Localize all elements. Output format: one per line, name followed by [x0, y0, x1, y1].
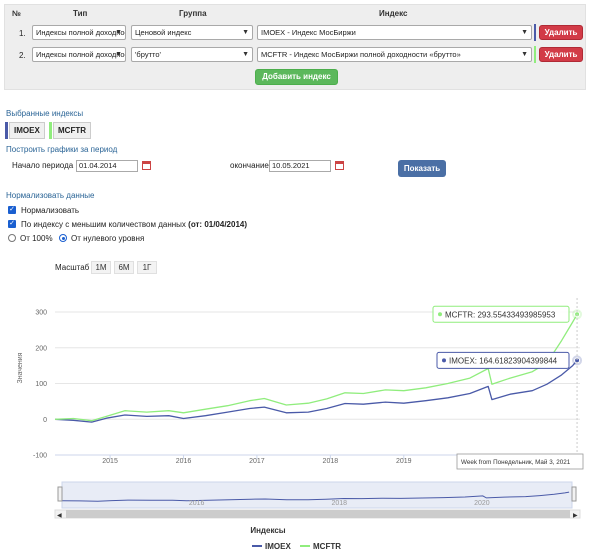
y-axis: 300 200 100 0 -100: [33, 310, 47, 460]
start-label: Начало периода: [12, 161, 74, 170]
navigator-tick-label: 2018: [331, 500, 347, 507]
type-select-value: Индексы полной доходности: [36, 28, 126, 37]
period-title: Построить графики за период: [6, 145, 118, 154]
chevron-down-icon: ▼: [242, 51, 249, 58]
by-index-label: По индексу с меньшим количеством данных …: [21, 220, 248, 229]
end-date-input[interactable]: 10.05.2021: [269, 160, 331, 172]
chevron-down-icon: ▼: [242, 29, 249, 36]
index-select[interactable]: IMOEX - Индекс МосБиржи ▼: [257, 25, 532, 40]
delete-button[interactable]: Удалить: [539, 47, 583, 62]
from-zero-label: От нулевого уровня: [71, 234, 145, 243]
by-index-note: (от: 01/04/2014): [188, 220, 248, 229]
end-label: окончание: [230, 161, 269, 170]
group-select-value: 'брутто': [135, 50, 161, 59]
navigator-selection: [61, 481, 573, 509]
legend-title: Индексы: [250, 526, 285, 535]
row-number: 2.: [19, 51, 26, 60]
scroll-right-icon: ▶: [573, 513, 578, 519]
from-100-label: От 100%: [20, 234, 53, 243]
chevron-down-icon: ▼: [521, 51, 528, 58]
y-tick-label: -100: [33, 453, 47, 460]
date-tooltip-text: Week from Понедельник, Май 3, 2021: [461, 458, 571, 466]
chevron-down-icon: ▼: [521, 29, 528, 36]
series-line-imoex: [54, 359, 578, 423]
zoom-1m-button[interactable]: 1М: [91, 261, 111, 274]
x-tick-label: 2015: [102, 458, 118, 465]
selected-indices-title: Выбранные индексы: [6, 109, 84, 118]
index-chart[interactable]: 3002001000-100 201520162017201820192020 …: [0, 280, 590, 554]
by-index-checkbox[interactable]: ✓: [8, 220, 16, 228]
from-zero-radio[interactable]: [59, 234, 67, 242]
x-tick-label: 2017: [249, 458, 265, 465]
group-select[interactable]: Ценовой индекс ▼: [131, 25, 253, 40]
x-tick-label: 2016: [176, 458, 192, 465]
legend-item-mcftr: MCFTR: [313, 542, 341, 551]
tooltip-marker: [442, 358, 446, 363]
chart-tooltips: MCFTR: 293.55433493985953 IMOEX: 164.6182…: [432, 305, 584, 470]
delete-button[interactable]: Удалить: [539, 25, 583, 40]
index-select-value: MCFTR - Индекс МосБиржи полной доходност…: [261, 50, 461, 59]
tooltip-text: MCFTR: 293.55433493985953: [445, 310, 556, 319]
navigator-handle-left: [57, 486, 63, 502]
col-header-type: Тип: [73, 9, 88, 18]
add-index-button[interactable]: Добавить индекс: [255, 69, 338, 85]
x-tick-label: 2018: [323, 458, 339, 465]
tooltip-marker: [438, 312, 442, 317]
zoom-label: Масштаб: [55, 263, 90, 272]
y-tick-label: 0: [43, 417, 47, 424]
type-select[interactable]: Индексы полной доходности ▼: [32, 25, 126, 40]
tooltip-text: IMOEX: 164.61823904399844: [449, 356, 558, 365]
show-button[interactable]: Показать: [398, 160, 446, 177]
y-tick-label: 100: [35, 381, 47, 388]
index-select-value: IMOEX - Индекс МосБиржи: [261, 28, 356, 37]
index-select[interactable]: MCFTR - Индекс МосБиржи полной доходност…: [257, 47, 532, 62]
selected-tag-mcftr[interactable]: MCFTR: [53, 122, 91, 139]
tag-color-marker: [5, 122, 8, 139]
col-header-group: Группа: [179, 9, 207, 18]
zoom-6m-button[interactable]: 6М: [114, 261, 134, 274]
y-tick-label: 300: [35, 310, 47, 317]
normalize-checkbox[interactable]: ✓: [8, 206, 16, 214]
group-select-value: Ценовой индекс: [135, 28, 192, 37]
type-select[interactable]: Индексы полной доходности ▼: [32, 47, 126, 62]
normalize-label: Нормализовать: [21, 206, 80, 215]
group-select[interactable]: 'брутто' ▼: [131, 47, 253, 62]
chart-legend: Индексы IMOEX MCFTR: [250, 526, 341, 551]
scroll-left-icon: ◀: [57, 513, 62, 519]
col-header-num: №: [12, 9, 21, 18]
zoom-1y-button[interactable]: 1Г: [137, 261, 157, 274]
navigator: 2016 2018 2020 ◀ ▶: [54, 481, 581, 519]
calendar-icon[interactable]: [335, 161, 344, 170]
x-tick-label: 2019: [396, 458, 412, 465]
y-tick-label: 200: [35, 345, 47, 352]
navigator-tick-label: 2020: [474, 500, 490, 507]
from-100-radio[interactable]: [8, 234, 16, 242]
chevron-down-icon: ▼: [115, 51, 122, 58]
y-axis-label: Значения: [17, 352, 24, 383]
calendar-icon[interactable]: [142, 161, 151, 170]
series-color-marker: [534, 46, 536, 63]
navigator-handle-right: [571, 486, 577, 502]
type-select-value: Индексы полной доходности: [36, 50, 126, 59]
chevron-down-icon: ▼: [115, 29, 122, 36]
row-number: 1.: [19, 29, 26, 38]
tag-color-marker: [49, 122, 52, 139]
navigator-tick-label: 2016: [189, 500, 205, 507]
chart-grid: [55, 311, 580, 456]
series-color-marker: [534, 24, 536, 41]
start-date-input[interactable]: 01.04.2014: [76, 160, 138, 172]
normalize-title: Нормализовать данные: [6, 191, 95, 200]
col-header-index: Индекс: [379, 9, 408, 18]
index-table-panel: № Тип Группа Индекс 1. Индексы полной до…: [4, 4, 586, 90]
scrollbar-thumb: [66, 510, 570, 518]
legend-item-imoex: IMOEX: [265, 542, 291, 551]
selected-tag-imoex[interactable]: IMOEX: [9, 122, 45, 139]
